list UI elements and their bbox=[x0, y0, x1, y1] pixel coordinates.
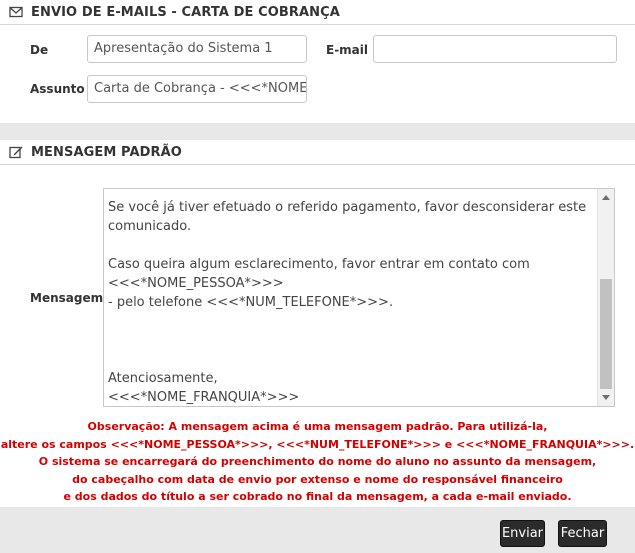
message-panel-header: MENSAGEM PADRÃO bbox=[0, 140, 635, 165]
message-panel: MENSAGEM PADRÃO Mensagem Se você já tive… bbox=[0, 140, 635, 507]
observacao-note: Observação: A mensagem acima é uma mensa… bbox=[0, 418, 635, 506]
observacao-line: altere os campos <<<*NOME_PESSOA*>>>, <<… bbox=[0, 437, 635, 451]
mensagem-label: Mensagem bbox=[30, 291, 104, 305]
email-label: E-mail bbox=[326, 43, 369, 57]
scroll-thumb[interactable] bbox=[600, 279, 612, 389]
email-input[interactable] bbox=[373, 35, 617, 63]
mensagem-textarea[interactable]: Se você já tiver efetuado o referido pag… bbox=[103, 188, 615, 407]
observacao-line: Observação: A mensagem acima é uma mensa… bbox=[87, 420, 548, 433]
edit-icon bbox=[9, 145, 23, 159]
scroll-down-icon[interactable] bbox=[602, 395, 610, 400]
de-label: De bbox=[30, 43, 49, 57]
message-panel-title: MENSAGEM PADRÃO bbox=[31, 144, 182, 160]
fechar-button[interactable]: Fechar bbox=[558, 520, 607, 547]
email-panel-header: ENVIO DE E-MAILS - CARTA DE COBRANÇA bbox=[0, 0, 635, 25]
envelope-icon bbox=[9, 5, 23, 19]
observacao-line: e dos dados do título a ser cobrado no f… bbox=[63, 490, 572, 504]
assunto-label: Assunto bbox=[30, 82, 85, 96]
observacao-line: do cabeçalho com data de envio por exten… bbox=[72, 472, 563, 486]
email-panel-title: ENVIO DE E-MAILS - CARTA DE COBRANÇA bbox=[31, 4, 340, 20]
mensagem-scrollbar[interactable] bbox=[597, 189, 614, 406]
mensagem-text: Se você já tiver efetuado o referido pag… bbox=[108, 200, 587, 405]
de-input[interactable]: Apresentação do Sistema 1 bbox=[87, 35, 307, 63]
observacao-line: O sistema se encarregará do preenchiment… bbox=[38, 455, 597, 469]
enviar-button[interactable]: Enviar bbox=[500, 520, 545, 547]
assunto-input[interactable]: Carta de Cobrança - <<<*NOME_ bbox=[87, 75, 307, 103]
scroll-up-icon[interactable] bbox=[602, 195, 610, 200]
email-panel: ENVIO DE E-MAILS - CARTA DE COBRANÇA De … bbox=[0, 0, 635, 123]
